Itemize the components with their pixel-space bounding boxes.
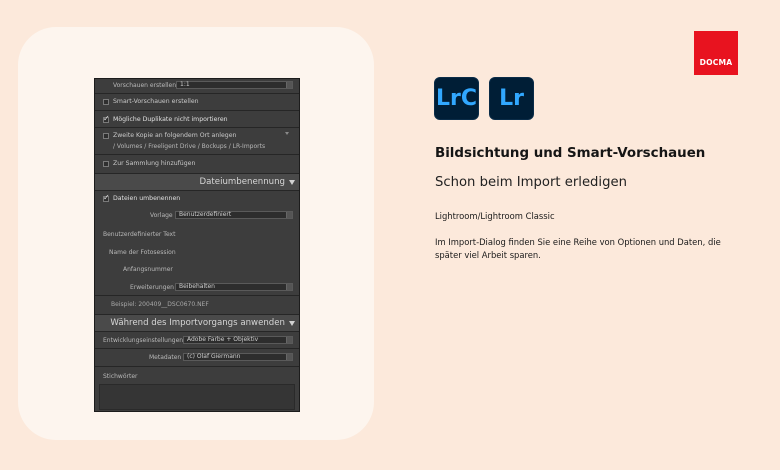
second-copy-label: Zweite Kopie an folgendem Ort anlegen [113,132,237,139]
chevron-down-icon [286,82,292,88]
smart-preview-row[interactable]: Smart-Vorschauen erstellen [95,98,299,105]
collection-label: Zur Sammlung hinzufügen [113,160,196,167]
divider [95,93,299,94]
logo-text: DOCMA [699,58,733,67]
rename-section-title: Dateiumbenennung [199,177,285,187]
metadata-label: Metadaten [149,354,182,361]
lightroom-classic-icon: LrC [434,77,479,120]
example-filename: Beispiel: 200409__DSC0670.NEF [111,301,209,308]
collection-row[interactable]: Zur Sammlung hinzufügen [95,160,299,167]
duplicates-label: Mögliche Duplikate nicht importieren [113,116,228,123]
extensions-select[interactable]: Beibehalten [175,283,293,291]
app-label: Lr [499,86,524,111]
apply-section-title: Während des Importvorgangs anwenden [110,318,285,328]
develop-settings-label: Entwicklungseinstellungen [103,337,184,344]
divider [95,348,299,349]
divider [95,127,299,128]
extensions-label: Erweiterungen [130,284,174,291]
second-copy-row[interactable]: Zweite Kopie an folgendem Ort anlegen [95,132,299,139]
article-subtitle: Schon beim Import erledigen [435,175,627,190]
smart-preview-label: Smart-Vorschauen erstellen [113,98,199,105]
chevron-down-icon [286,212,292,218]
shoot-name-label: Name der Fotosession [109,249,176,256]
docma-logo: DOCMA [694,31,738,75]
chevron-down-icon [286,284,292,290]
article-category: Lightroom/Lightroom Classic [435,211,555,221]
duplicates-checkbox[interactable] [103,114,110,123]
article-title: Bildsichtung und Smart-Vorschauen [435,146,706,161]
keywords-input[interactable] [99,384,295,410]
app-label: LrC [435,86,477,111]
metadata-select[interactable]: (c) Olaf Giermann [183,353,293,361]
template-label: Vorlage [150,212,173,219]
custom-text-label: Benutzerdefinierter Text [103,231,176,238]
chevron-down-icon [286,354,292,360]
template-value: Benutzerdefiniert [179,211,232,218]
article-description: Im Import-Dialog finden Sie eine Reihe v… [435,237,721,260]
collection-checkbox[interactable] [103,160,109,167]
develop-settings-value: Adobe Farbe + Objektiv [187,336,259,343]
collapse-triangle-icon[interactable] [289,180,295,185]
chevron-down-icon[interactable] [285,132,289,135]
metadata-value: (c) Olaf Giermann [187,353,241,360]
lightroom-icon: Lr [489,77,534,120]
preview-select[interactable]: 1:1 [176,81,293,89]
second-copy-path: / Volumes / Freeligent Drive / Bockups /… [113,143,266,150]
preview-label: Vorschauen erstellen [113,82,177,89]
divider [95,366,299,367]
develop-settings-select[interactable]: Adobe Farbe + Objektiv [183,336,293,344]
keywords-label: Stichwörter [103,373,138,380]
preview-value: 1:1 [180,81,190,88]
duplicates-row[interactable]: Mögliche Duplikate nicht importieren [95,114,299,123]
collapse-triangle-icon[interactable] [289,321,295,326]
rename-files-row[interactable]: Dateien umbenennen [95,193,299,202]
divider [95,110,299,111]
extensions-value: Beibehalten [179,283,215,290]
rename-files-checkbox[interactable] [103,193,110,202]
chevron-down-icon [286,337,292,343]
start-number-label: Anfangsnummer [123,266,173,273]
divider [95,154,299,155]
import-options-panel: Vorschauen erstellen 1:1 Smart-Vorschaue… [94,78,300,412]
second-copy-checkbox[interactable] [103,132,109,139]
smart-preview-checkbox[interactable] [103,98,109,105]
rename-files-label: Dateien umbenennen [113,195,181,202]
divider [95,295,299,296]
template-select[interactable]: Benutzerdefiniert [175,211,293,219]
